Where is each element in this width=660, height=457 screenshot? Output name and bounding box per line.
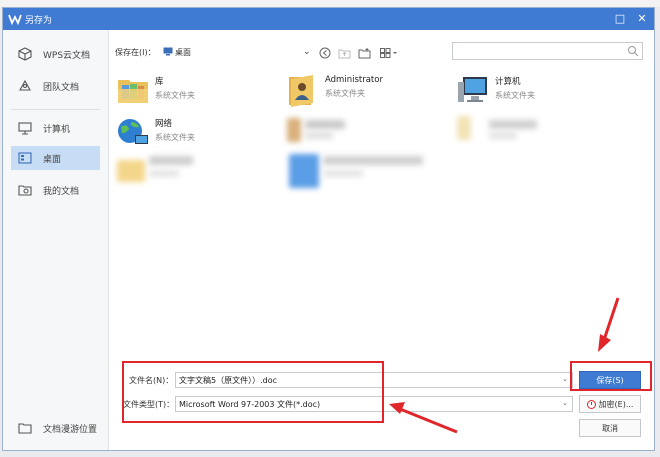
sidebar: WPS云文档 团队文档 计算机 桌面 我的文档 文档漫游位置 <box>3 30 109 450</box>
file-name: 网络 <box>155 119 173 129</box>
team-icon <box>17 78 33 94</box>
sidebar-item-team-docs[interactable]: 团队文档 <box>11 74 100 98</box>
sidebar-footer-label: 文档漫游位置 <box>43 424 98 435</box>
monitor-icon <box>17 120 33 136</box>
network-icon <box>118 119 148 144</box>
blurred-file-thumbnail <box>289 154 319 188</box>
sidebar-roaming-location[interactable]: 文档漫游位置 <box>11 416 100 440</box>
document-folder-icon <box>17 182 33 198</box>
blurred-file-label <box>305 120 345 129</box>
blurred-file-label <box>323 156 423 165</box>
annotation-box-filename <box>122 361 384 423</box>
chevron-down-icon[interactable]: ⌄ <box>562 399 568 407</box>
cube-icon <box>17 46 33 62</box>
window-title: 另存为 <box>25 16 53 26</box>
file-item-library[interactable]: 库 系统文件夹 <box>115 72 265 108</box>
view-menu-icon[interactable] <box>379 46 399 60</box>
back-icon[interactable] <box>318 46 332 60</box>
blurred-file-label <box>149 156 193 165</box>
location-bar: 保存在(I)： 桌面 ⌄ <box>115 44 445 62</box>
maximize-button[interactable]: □ <box>613 12 627 26</box>
file-item-administrator[interactable]: Administrator 系统文件夹 <box>285 72 435 108</box>
location-label: 保存在(I)： <box>115 48 156 57</box>
sidebar-item-label: 桌面 <box>43 154 62 165</box>
sidebar-item-label: 团队文档 <box>43 82 80 93</box>
desktop-icon <box>163 47 173 56</box>
cancel-button-label: 取消 <box>602 423 618 433</box>
file-type: 系统文件夹 <box>495 91 535 100</box>
blurred-file-label <box>305 132 333 139</box>
sidebar-item-wps-cloud[interactable]: WPS云文档 <box>11 42 100 66</box>
file-type: 系统文件夹 <box>155 91 195 100</box>
blurred-file-label <box>323 170 363 177</box>
blurred-file-label <box>489 120 537 129</box>
sidebar-item-label: WPS云文档 <box>43 50 91 61</box>
up-folder-icon[interactable] <box>337 46 351 60</box>
encrypt-button[interactable]: 加密(E)... <box>579 395 641 413</box>
file-name: 计算机 <box>495 77 521 87</box>
desktop-icon <box>17 150 33 166</box>
sidebar-item-desktop[interactable]: 桌面 <box>11 146 100 170</box>
sidebar-divider <box>11 109 100 110</box>
search-icon <box>628 46 639 57</box>
sidebar-item-label: 我的文档 <box>43 186 80 197</box>
blurred-file-thumbnail <box>287 118 301 142</box>
background-strip <box>0 0 660 7</box>
chevron-down-icon[interactable]: ⌄ <box>562 375 568 383</box>
library-folder-icon <box>118 80 148 103</box>
file-name: 库 <box>155 77 164 87</box>
blurred-file-thumbnail <box>117 160 145 182</box>
file-type: 系统文件夹 <box>155 133 195 142</box>
blurred-file-thumbnail <box>457 116 471 140</box>
blurred-file-label <box>489 132 517 139</box>
lock-icon <box>586 399 596 409</box>
chevron-down-icon[interactable]: ⌄ <box>303 47 311 57</box>
file-type: 系统文件夹 <box>325 89 365 98</box>
title-bar[interactable]: 另存为 □ ✕ <box>3 8 654 30</box>
user-folder-icon <box>289 75 313 107</box>
encrypt-button-label: 加密(E)... <box>598 399 634 409</box>
blurred-file-label <box>149 170 179 177</box>
cancel-button[interactable]: 取消 <box>579 419 641 437</box>
location-value: 桌面 <box>175 48 191 57</box>
file-item-computer[interactable]: 计算机 系统文件夹 <box>455 72 605 108</box>
search-input[interactable] <box>452 42 643 60</box>
new-folder-icon[interactable] <box>357 46 371 60</box>
file-name: Administrator <box>325 75 383 85</box>
sidebar-item-my-documents[interactable]: 我的文档 <box>11 178 100 202</box>
wps-logo-icon <box>8 14 22 25</box>
file-item-network[interactable]: 网络 系统文件夹 <box>115 114 265 150</box>
close-button[interactable]: ✕ <box>635 12 649 26</box>
computer-icon <box>458 77 487 102</box>
sidebar-item-computer[interactable]: 计算机 <box>11 116 100 140</box>
file-list: 库 系统文件夹 Administrator 系统文件夹 计算机 系统文件夹 网络… <box>109 68 654 366</box>
location-select[interactable]: 桌面 <box>161 44 316 61</box>
folder-icon <box>17 420 33 436</box>
annotation-box-save <box>570 361 652 391</box>
sidebar-item-label: 计算机 <box>43 124 71 135</box>
